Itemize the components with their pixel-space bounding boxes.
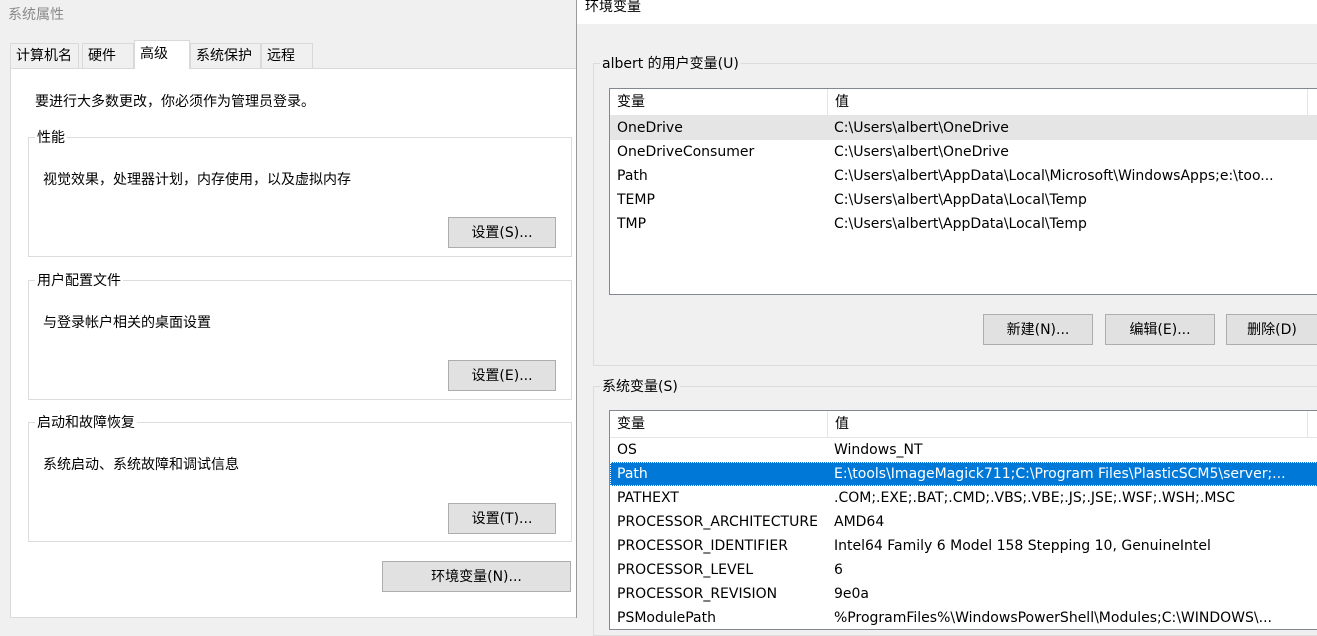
startup-recovery-legend: 启动和故障恢复 — [37, 415, 135, 431]
admin-note: 要进行大多数更改，你必须作为管理员登录。 — [35, 94, 315, 110]
variable-name: PSModulePath — [617, 610, 716, 626]
variable-name: PROCESSOR_LEVEL — [617, 562, 754, 578]
column-header-value[interactable]: 值 — [828, 89, 1308, 115]
tab-hardware[interactable]: 硬件 — [82, 43, 134, 68]
environment-variables-window: 环境变量 albert 的用户变量(U) 变量 值 OneDrive C:\Us… — [576, 0, 1317, 636]
variable-value: C:\Users\albert\OneDrive — [834, 144, 1009, 160]
variable-value: %ProgramFiles%\WindowsPowerShell\Modules… — [834, 610, 1272, 626]
variable-value: .COM;.EXE;.BAT;.CMD;.VBS;.VBE;.JS;.JSE;.… — [834, 490, 1236, 506]
variable-name: Path — [617, 168, 648, 184]
list-item-selected[interactable]: Path E:\tools\ImageMagick711;C:\Program … — [610, 462, 1317, 486]
system-variables-legend: 系统变量(S) — [602, 379, 678, 395]
variable-name: PROCESSOR_ARCHITECTURE — [617, 514, 818, 530]
variable-value: C:\Users\albert\AppData\Local\Microsoft\… — [834, 168, 1274, 184]
variable-name: PATHEXT — [617, 490, 679, 506]
variable-value: C:\Users\albert\AppData\Local\Temp — [834, 192, 1087, 208]
variable-name: OneDriveConsumer — [617, 144, 755, 160]
list-item[interactable]: PROCESSOR_LEVEL 6 — [610, 558, 1317, 582]
system-variables-list[interactable]: 变量 值 OS Windows_NT Path E:\tools\ImageMa… — [609, 410, 1317, 630]
list-item[interactable]: TMP C:\Users\albert\AppData\Local\Temp — [610, 212, 1317, 236]
user-variable-new-button[interactable]: 新建(N)... — [983, 314, 1093, 345]
tab-remote[interactable]: 远程 — [261, 43, 313, 68]
environment-variables-button[interactable]: 环境变量(N)... — [382, 561, 571, 592]
variable-name: PROCESSOR_IDENTIFIER — [617, 538, 788, 554]
user-variable-delete-button[interactable]: 删除(D) — [1226, 314, 1317, 345]
variable-value: E:\tools\ImageMagick711;C:\Program Files… — [834, 466, 1286, 482]
startup-recovery-description: 系统启动、系统故障和调试信息 — [43, 457, 239, 473]
list-item[interactable]: PROCESSOR_IDENTIFIER Intel64 Family 6 Mo… — [610, 534, 1317, 558]
list-header: 变量 值 — [610, 411, 1317, 438]
user-profiles-description: 与登录帐户相关的桌面设置 — [43, 315, 211, 331]
column-header-value[interactable]: 值 — [828, 411, 1308, 437]
performance-settings-button[interactable]: 设置(S)... — [448, 217, 556, 248]
variable-value: C:\Users\albert\OneDrive — [834, 120, 1009, 136]
system-properties-window: 系统属性 计算机名 硬件 高级 系统保护 远程 要进行大多数更改，你必须作为管理… — [0, 0, 576, 618]
list-item[interactable]: PSModulePath %ProgramFiles%\WindowsPower… — [610, 606, 1317, 629]
performance-group: 性能 视觉效果，处理器计划，内存使用，以及虚拟内存 设置(S)... — [28, 127, 572, 257]
user-variables-list[interactable]: 变量 值 OneDrive C:\Users\albert\OneDrive O… — [609, 88, 1317, 295]
variable-name: Path — [617, 466, 648, 482]
title-bar: 环境变量 — [577, 0, 1317, 24]
variable-value: 9e0a — [834, 586, 870, 602]
variable-name: OS — [617, 442, 637, 458]
variable-name: PROCESSOR_REVISION — [617, 586, 778, 602]
performance-legend: 性能 — [37, 130, 65, 146]
column-header-variable[interactable]: 变量 — [610, 89, 828, 115]
startup-recovery-group: 启动和故障恢复 系统启动、系统故障和调试信息 设置(T)... — [28, 412, 572, 542]
list-item[interactable]: OneDriveConsumer C:\Users\albert\OneDriv… — [610, 140, 1317, 164]
window-title: 系统属性 — [8, 7, 64, 23]
list-item[interactable]: OneDrive C:\Users\albert\OneDrive — [610, 116, 1317, 140]
variable-name: TEMP — [617, 192, 655, 208]
user-variable-edit-button[interactable]: 编辑(E)... — [1105, 314, 1215, 345]
list-item[interactable]: TEMP C:\Users\albert\AppData\Local\Temp — [610, 188, 1317, 212]
user-profiles-settings-button[interactable]: 设置(E)... — [448, 360, 556, 391]
startup-recovery-settings-button[interactable]: 设置(T)... — [448, 503, 556, 534]
variable-value: Windows_NT — [834, 442, 923, 458]
list-item[interactable]: PROCESSOR_ARCHITECTURE AMD64 — [610, 510, 1317, 534]
variable-name: OneDrive — [617, 120, 683, 136]
list-item[interactable]: Path C:\Users\albert\AppData\Local\Micro… — [610, 164, 1317, 188]
variable-value: Intel64 Family 6 Model 158 Stepping 10, … — [834, 538, 1211, 554]
user-profiles-legend: 用户配置文件 — [37, 273, 121, 289]
performance-description: 视觉效果，处理器计划，内存使用，以及虚拟内存 — [43, 172, 351, 188]
window-title: 环境变量 — [585, 0, 641, 15]
list-item[interactable]: PATHEXT .COM;.EXE;.BAT;.CMD;.VBS;.VBE;.J… — [610, 486, 1317, 510]
tab-computer-name[interactable]: 计算机名 — [10, 43, 79, 68]
user-variables-legend: albert 的用户变量(U) — [602, 56, 739, 72]
tab-system-protection[interactable]: 系统保护 — [190, 43, 261, 68]
advanced-tab-panel: 要进行大多数更改，你必须作为管理员登录。 性能 视觉效果，处理器计划，内存使用，… — [10, 68, 576, 618]
variable-value: AMD64 — [834, 514, 885, 530]
variable-value: C:\Users\albert\AppData\Local\Temp — [834, 216, 1087, 232]
variable-value: 6 — [834, 562, 843, 578]
variable-name: TMP — [617, 216, 647, 232]
list-item[interactable]: OS Windows_NT — [610, 438, 1317, 462]
list-item[interactable]: PROCESSOR_REVISION 9e0a — [610, 582, 1317, 606]
user-profiles-group: 用户配置文件 与登录帐户相关的桌面设置 设置(E)... — [28, 270, 572, 400]
list-header: 变量 值 — [610, 89, 1317, 116]
column-header-variable[interactable]: 变量 — [610, 411, 828, 437]
tab-advanced[interactable]: 高级 — [134, 40, 190, 69]
